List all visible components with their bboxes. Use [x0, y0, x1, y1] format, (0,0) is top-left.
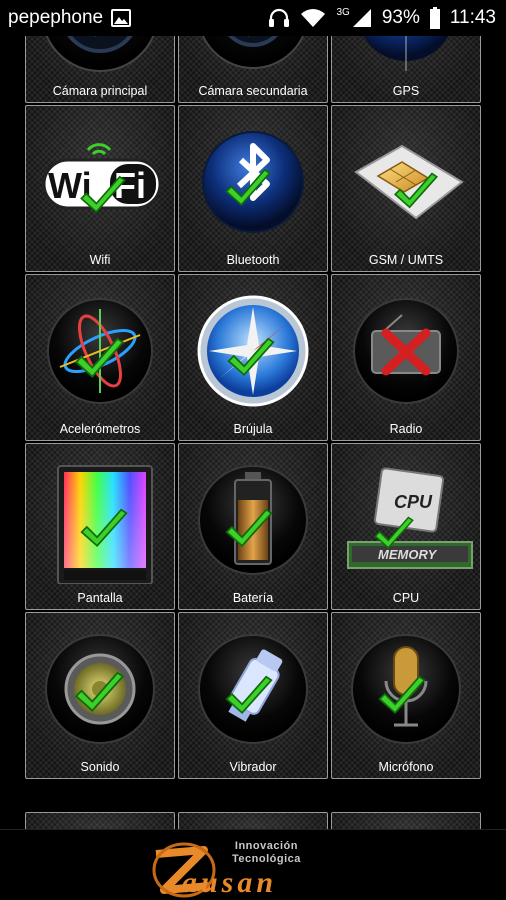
cpu-icon: CPU MEMORY: [347, 467, 473, 569]
radio-icon: [353, 298, 459, 404]
battery-percent: 93%: [381, 7, 420, 28]
tile-camera-main[interactable]: Cámara principal: [25, 36, 175, 103]
image-notification-icon: [111, 9, 132, 27]
brand-subtitle-line1: Innovación: [234, 840, 298, 852]
tile-sound[interactable]: Sonido: [25, 612, 175, 779]
camera-main-icon: [45, 36, 155, 72]
tile-label: Acelerómetros: [59, 422, 141, 436]
brand-name: ausan: [182, 866, 278, 899]
brand-footer: Innovación Tecnológica ausan: [0, 829, 506, 900]
tile-vibrator[interactable]: Vibrador: [178, 612, 328, 779]
vibrator-icon: [198, 634, 308, 744]
gps-globe-icon: [363, 36, 449, 71]
speaker-icon: [45, 634, 155, 744]
tile-compass[interactable]: Brújula: [178, 274, 328, 441]
tile-label: Micrófono: [378, 760, 434, 774]
next-row-partial: [25, 812, 481, 829]
tile-gps[interactable]: GPS: [331, 36, 481, 103]
carrier-name: pepephone: [8, 7, 104, 28]
tile-label: Sonido: [80, 760, 120, 774]
microphone-icon: [351, 634, 461, 744]
clock: 11:43: [449, 7, 496, 28]
tile-label: Radio: [389, 422, 423, 436]
tile-radio[interactable]: Radio: [331, 274, 481, 441]
sensor-grid-viewport[interactable]: Cámara principal Cámara secundaria GPS W…: [0, 36, 506, 829]
accelerometer-icon: [47, 298, 153, 404]
tile-cpu[interactable]: CPU MEMORY CPU: [331, 443, 481, 610]
wifi-signal-icon: [300, 8, 326, 28]
tile-partial[interactable]: [178, 812, 328, 829]
brand-subtitle-line2: Tecnológica: [232, 853, 301, 865]
camera-secondary-icon: [201, 36, 305, 69]
battery-icon: [198, 465, 308, 575]
tile-partial[interactable]: [25, 812, 175, 829]
tile-partial[interactable]: [331, 812, 481, 829]
tile-label: Cámara secundaria: [198, 84, 308, 98]
tile-label: GSM / UMTS: [368, 253, 444, 267]
battery-icon: [429, 7, 440, 29]
tile-label: Pantalla: [77, 591, 123, 605]
tile-label: GPS: [392, 84, 420, 98]
cell-signal-icon: [352, 8, 372, 28]
screen-icon: [57, 465, 153, 584]
tile-label: Vibrador: [229, 760, 277, 774]
tile-battery[interactable]: Batería: [178, 443, 328, 610]
bluetooth-icon: [202, 131, 304, 233]
tile-label: CPU: [392, 591, 420, 605]
network-type: 3G: [336, 6, 350, 18]
tile-camera-secondary[interactable]: Cámara secundaria: [178, 36, 328, 103]
tile-label: Bluetooth: [226, 253, 280, 267]
tile-accelerometers[interactable]: Acelerómetros: [25, 274, 175, 441]
headphones-icon: [268, 8, 290, 28]
sim-card-icon: [354, 144, 464, 220]
tile-microphone[interactable]: Micrófono: [331, 612, 481, 779]
tile-label: Wifi: [89, 253, 111, 267]
tile-gsm-umts[interactable]: GSM / UMTS: [331, 105, 481, 272]
tile-bluetooth[interactable]: Bluetooth: [178, 105, 328, 272]
tile-label: Batería: [232, 591, 274, 605]
compass-icon: [197, 295, 309, 407]
svg-text:MEMORY: MEMORY: [378, 547, 438, 562]
tile-label: Cámara principal: [52, 84, 148, 98]
sensor-grid: Cámara principal Cámara secundaria GPS W…: [25, 36, 481, 779]
status-bar: pepephone 3G 93% 11:43: [0, 0, 506, 36]
tile-screen[interactable]: Pantalla: [25, 443, 175, 610]
brand-subtitle: Innovación Tecnológica: [232, 840, 301, 866]
tile-label: Brújula: [233, 422, 273, 436]
tile-wifi[interactable]: Wi Fi Wifi: [25, 105, 175, 272]
svg-text:CPU: CPU: [394, 492, 433, 512]
wifi-icon: Wi Fi: [42, 143, 162, 213]
